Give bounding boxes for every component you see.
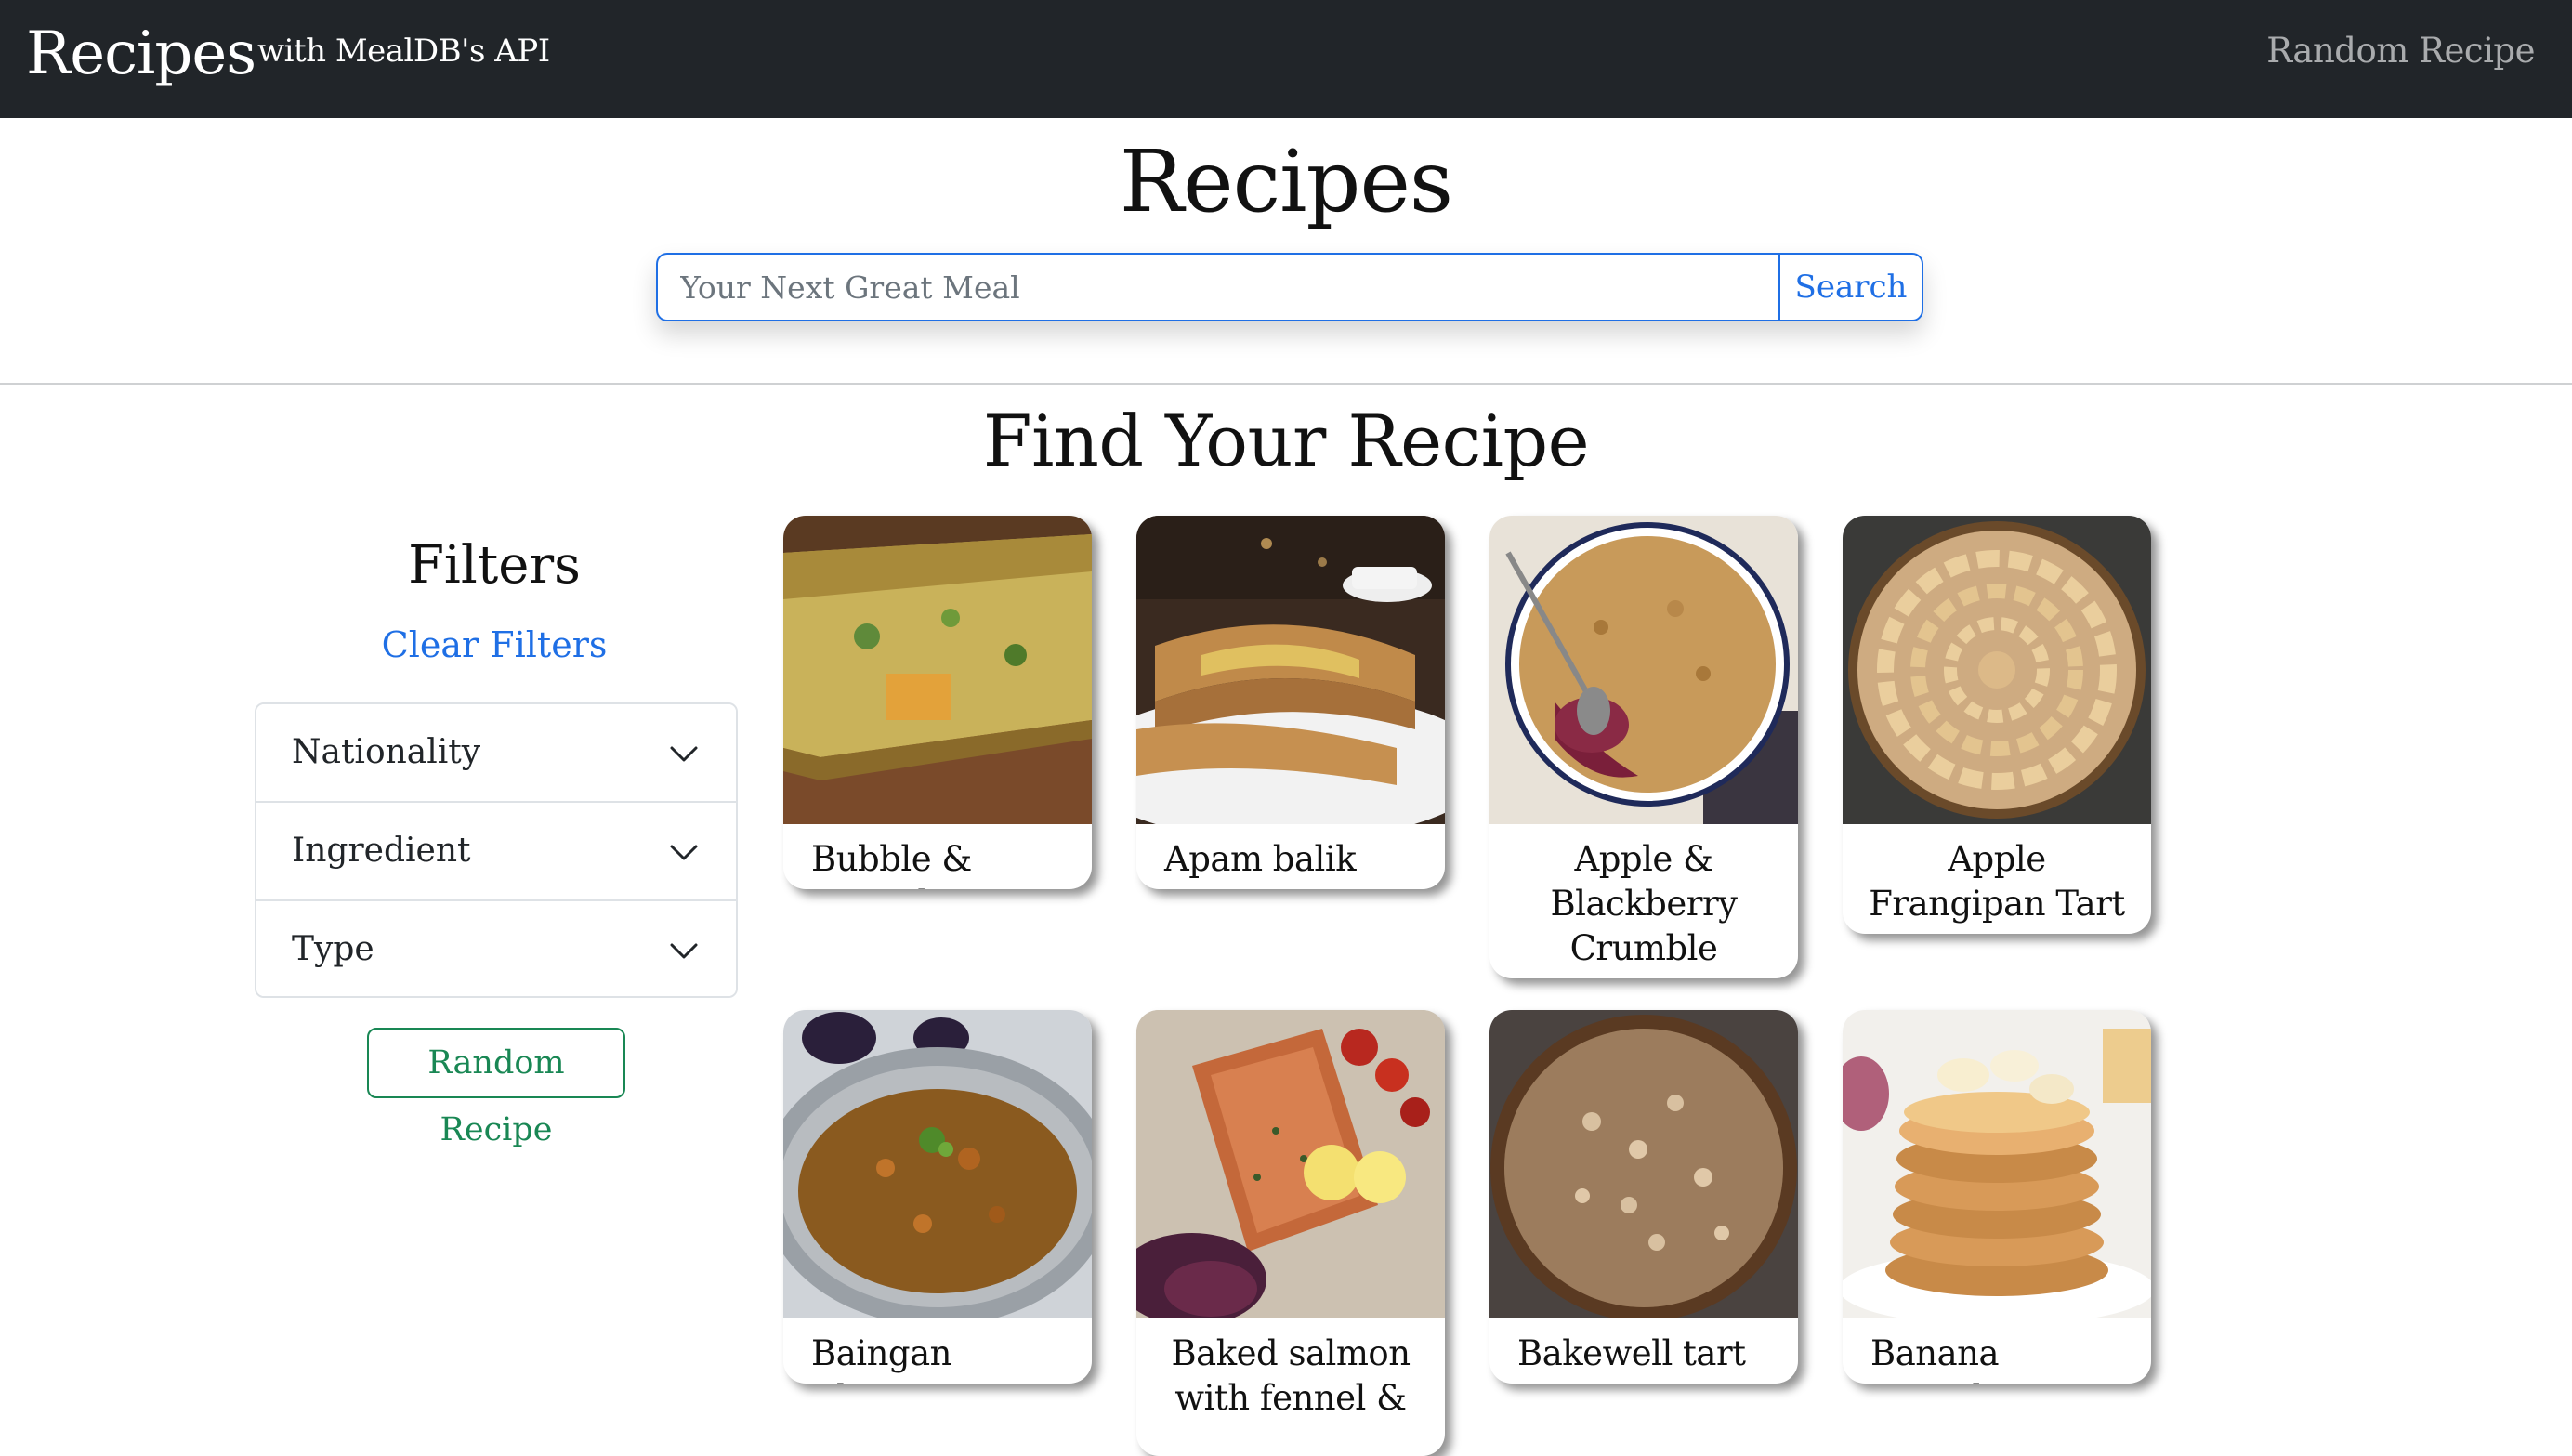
filter-type[interactable]: Type <box>256 901 736 996</box>
recipe-card[interactable]: Apam balik <box>1136 516 1445 889</box>
filters-title: Filters <box>408 535 581 596</box>
recipe-image <box>783 1010 1092 1318</box>
recipe-title: Banana Pancakes <box>1870 1333 2030 1384</box>
recipe-title: Apple Frangipan Tart <box>1869 839 2125 924</box>
recipe-image <box>1136 516 1445 824</box>
navbar-subtitle: with MealDB's API <box>257 33 550 70</box>
recipe-card[interactable]: Apple Frangipan Tart <box>1843 516 2151 934</box>
chevron-down-icon <box>670 943 698 959</box>
recipe-image <box>1136 1010 1445 1318</box>
recipe-card[interactable]: Bakewell tart <box>1489 1010 1798 1384</box>
filter-nationality[interactable]: Nationality <box>256 704 736 803</box>
recipe-title: Apam balik <box>1164 839 1357 879</box>
recipe-title: Bubble & Squeak <box>811 839 972 889</box>
recipe-card[interactable]: Baked salmon with fennel & <box>1136 1010 1445 1456</box>
recipe-image <box>783 516 1092 824</box>
nav-random-recipe-link[interactable]: Random Recipe <box>2266 24 2535 78</box>
chevron-down-icon <box>670 845 698 860</box>
recipe-card[interactable]: Baingan Bharta <box>783 1010 1092 1384</box>
section-title: Find Your Recipe <box>982 400 1590 482</box>
filter-label: Nationality <box>292 733 481 771</box>
recipe-image <box>1843 1010 2151 1318</box>
recipe-image <box>1489 516 1798 824</box>
navbar-brand[interactable]: Recipes <box>26 7 256 100</box>
navbar: Recipes with MealDB's API Random Recipe <box>0 0 2572 118</box>
filter-ingredient[interactable]: Ingredient <box>256 803 736 901</box>
random-recipe-button[interactable]: Random Recipe <box>367 1028 625 1148</box>
search-input[interactable] <box>656 253 1778 321</box>
search-button[interactable]: Search <box>1778 253 1923 321</box>
recipe-title: Bakewell tart <box>1517 1333 1746 1373</box>
recipe-card[interactable]: Banana Pancakes <box>1843 1010 2151 1384</box>
recipe-image <box>1843 516 2151 824</box>
filter-label: Ingredient <box>292 832 471 870</box>
filters-accordion: Nationality Ingredient Type <box>255 702 738 998</box>
filter-label: Type <box>292 930 374 968</box>
recipe-card[interactable]: Bubble & Squeak <box>783 516 1092 889</box>
chevron-down-icon <box>670 746 698 762</box>
clear-filters-link[interactable]: Clear Filters <box>255 619 734 671</box>
search-group: Search <box>656 253 1923 321</box>
recipe-image <box>1489 1010 1798 1318</box>
recipe-title: Baked salmon with fennel & <box>1171 1333 1411 1418</box>
recipe-title: Baingan Bharta <box>811 1333 952 1384</box>
recipe-title: Apple & Blackberry Crumble <box>1550 839 1738 968</box>
divider <box>0 383 2572 385</box>
recipe-card[interactable]: Apple & Blackberry Crumble <box>1489 516 1798 978</box>
page-title: Recipes <box>1119 132 1453 231</box>
